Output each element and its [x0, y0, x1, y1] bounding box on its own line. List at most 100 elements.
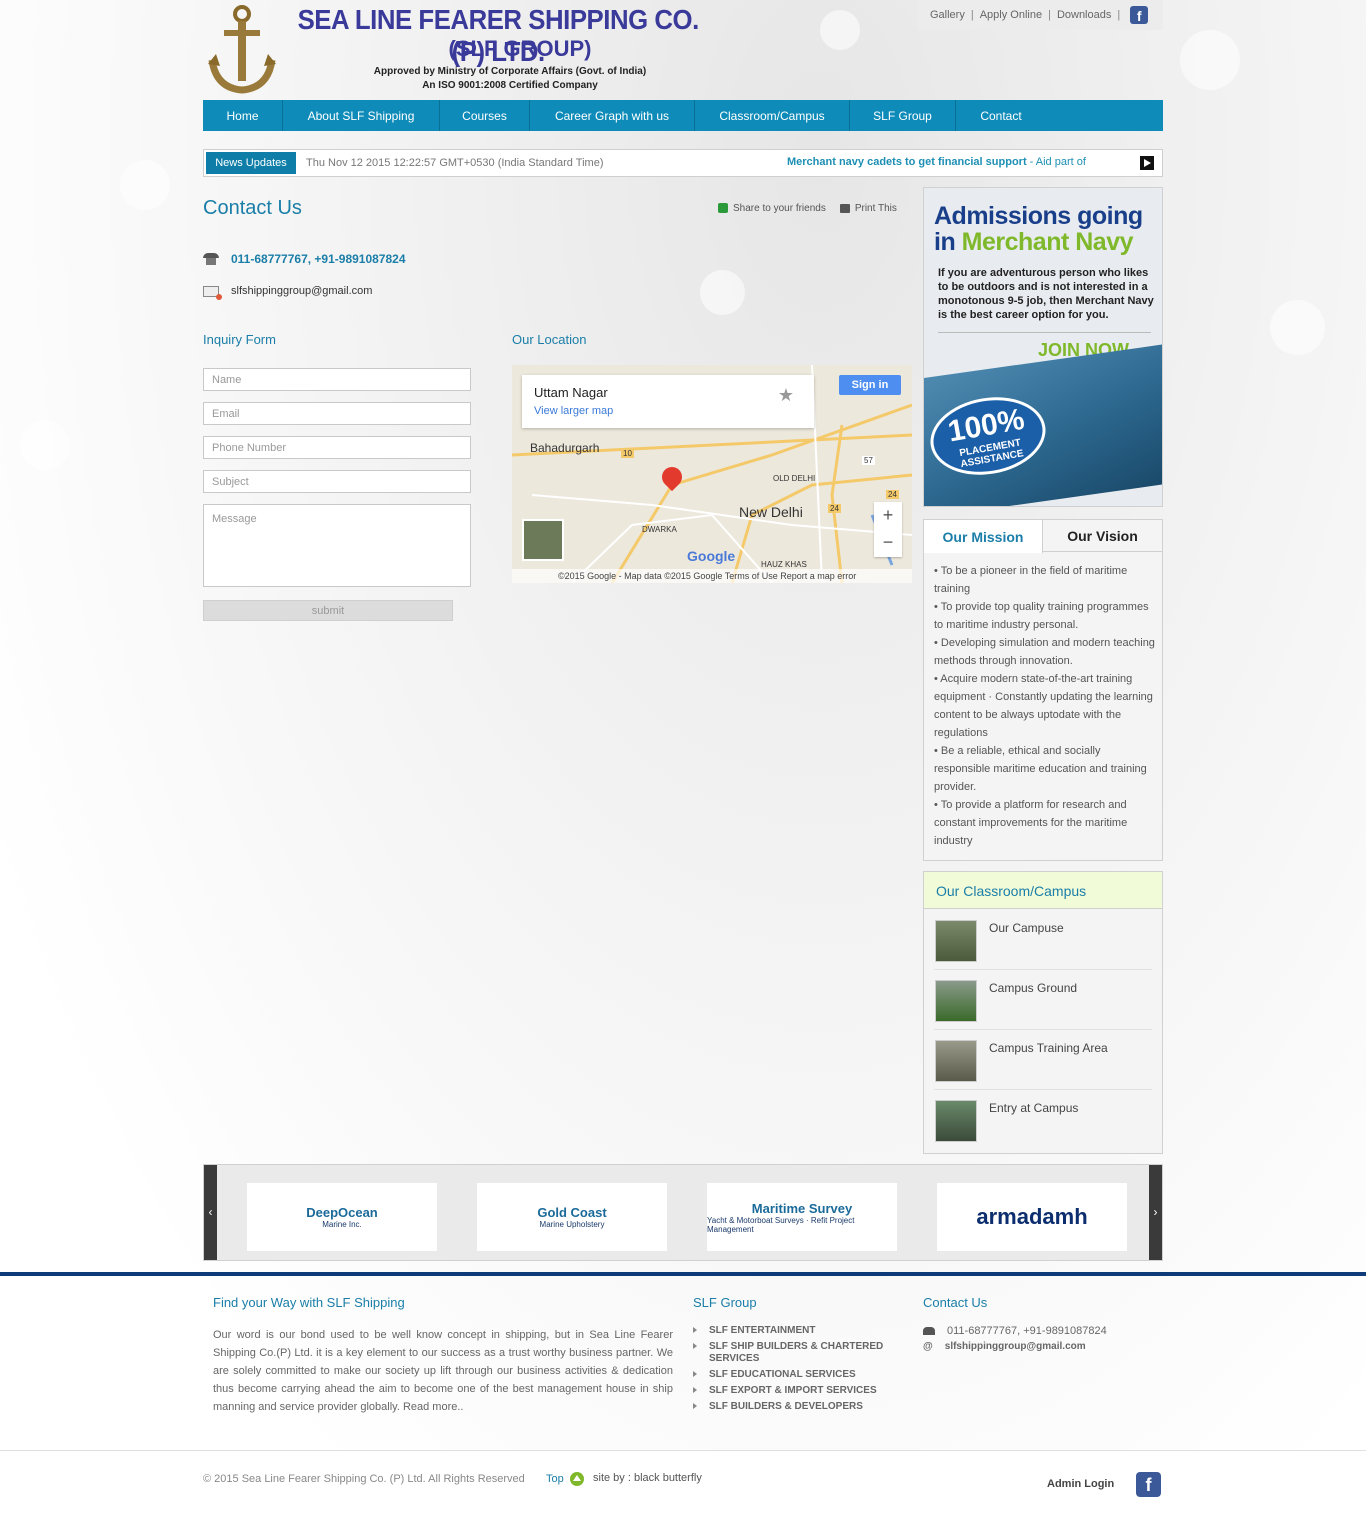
banner-line2b: Merchant Navy: [961, 228, 1134, 256]
main-nav: Home About SLF Shipping Courses Career G…: [203, 100, 1163, 131]
nav-career-graph[interactable]: Career Graph with us: [530, 100, 695, 131]
tab-vision[interactable]: Our Vision: [1043, 520, 1162, 552]
zoom-out-icon[interactable]: −: [874, 529, 902, 556]
list-item[interactable]: Our Campuse: [934, 910, 1152, 970]
footer-link[interactable]: SLF BUILDERS & DEVELOPERS: [693, 1401, 893, 1413]
partner-logo[interactable]: Gold Coast Marine Upholstery: [477, 1183, 667, 1251]
phone-input[interactable]: [203, 436, 471, 459]
mission-vision-tabs: Our Mission Our Vision • To be a pioneer…: [923, 519, 1163, 861]
footer-contact: 011-68777767, +91-9891087824 @ slfshippin…: [923, 1325, 1107, 1356]
nav-classroom[interactable]: Classroom/Campus: [695, 100, 850, 131]
apply-online-link[interactable]: Apply Online: [980, 9, 1042, 21]
star-icon[interactable]: ★: [778, 385, 794, 406]
phone-text: 011-68777767, +91-9891087824: [231, 252, 406, 266]
footer-contact-title: Contact Us: [923, 1295, 988, 1310]
play-icon[interactable]: [1140, 156, 1154, 170]
satellite-toggle[interactable]: [522, 519, 564, 561]
list-item[interactable]: Campus Ground: [934, 970, 1152, 1030]
partner-logo[interactable]: armadamh: [937, 1183, 1127, 1251]
nav-about[interactable]: About SLF Shipping: [283, 100, 440, 131]
nav-home[interactable]: Home: [203, 100, 283, 131]
footer-link[interactable]: SLF EXPORT & IMPORT SERVICES: [693, 1385, 893, 1397]
campus-thumbnail: [935, 1100, 977, 1142]
partner-sub: Marine Inc.: [322, 1220, 362, 1229]
contact-phone: 011-68777767, +91-9891087824: [203, 252, 406, 266]
bokeh-decoration: [1270, 300, 1325, 355]
map-place-name: Uttam Nagar: [534, 385, 608, 400]
google-logo: Google: [687, 548, 736, 564]
carousel-prev-icon[interactable]: ‹: [204, 1165, 217, 1260]
facebook-icon[interactable]: f: [1136, 1472, 1161, 1497]
footer-about-title: Find your Way with SLF Shipping: [213, 1295, 405, 1310]
map-road-number: 24: [886, 490, 899, 499]
gallery-link[interactable]: Gallery: [930, 9, 965, 21]
admissions-banner[interactable]: Admissions going in Merchant Navy If you…: [923, 187, 1163, 507]
submit-button[interactable]: submit: [203, 600, 453, 621]
share-button[interactable]: Share to your friends: [718, 203, 826, 214]
map-label: DWARKA: [642, 525, 677, 534]
map-road-number: 24: [828, 504, 841, 513]
list-item: • To provide top quality training progra…: [934, 601, 1149, 631]
campus-thumbnail: [935, 920, 977, 962]
partner-name: DeepOcean: [306, 1205, 378, 1220]
message-input[interactable]: [203, 504, 471, 587]
nav-slf-group[interactable]: SLF Group: [850, 100, 956, 131]
map-signin-button[interactable]: Sign in: [839, 375, 901, 395]
list-item: • Acquire modern state-of-the-art traini…: [934, 673, 1153, 739]
news-headline[interactable]: Merchant navy cadets to get financial su…: [787, 156, 1086, 168]
location-title: Our Location: [512, 332, 587, 347]
at-icon: @: [923, 1341, 933, 1352]
facebook-icon[interactable]: f: [1130, 6, 1149, 24]
partner-name: Maritime Survey: [751, 1200, 853, 1216]
tab-header: Our Mission Our Vision: [924, 520, 1162, 553]
news-headline-text: Merchant navy cadets to get financial su…: [787, 156, 1027, 168]
email-input[interactable]: [203, 402, 471, 425]
nav-contact[interactable]: Contact: [956, 100, 1046, 131]
footer-about-text: Our word is our bond used to be well kno…: [213, 1329, 673, 1413]
footer-phone: 011-68777767, +91-9891087824: [947, 1325, 1107, 1337]
name-input[interactable]: [203, 368, 471, 391]
list-item[interactable]: Campus Training Area: [934, 1030, 1152, 1090]
top-label: Top: [546, 1473, 564, 1485]
map-footer: ©2015 Google - Map data ©2015 Google Ter…: [512, 569, 912, 583]
footer-link[interactable]: SLF EDUCATIONAL SERVICES: [693, 1369, 893, 1381]
campus-item-label: Our Campuse: [989, 921, 1064, 935]
separator: |: [970, 9, 974, 21]
admin-login-link[interactable]: Admin Login: [1047, 1478, 1114, 1490]
inquiry-form-title: Inquiry Form: [203, 332, 276, 347]
bokeh-decoration: [1180, 30, 1240, 90]
footer-link[interactable]: SLF ENTERTAINMENT: [693, 1325, 893, 1337]
bokeh-decoration: [120, 160, 170, 210]
partner-logo[interactable]: Maritime Survey Yacht & Motorboat Survey…: [707, 1183, 897, 1251]
list-item[interactable]: Entry at Campus: [934, 1090, 1152, 1150]
partner-sub: Yacht & Motorboat Surveys · Refit Projec…: [707, 1215, 855, 1234]
print-button[interactable]: Print This: [839, 203, 897, 214]
zoom-in-icon[interactable]: +: [874, 502, 902, 529]
subject-input[interactable]: [203, 470, 471, 493]
mission-list: • To be a pioneer in the field of mariti…: [934, 562, 1156, 850]
view-larger-map-link[interactable]: View larger map: [534, 405, 613, 417]
share-tools: Share to your friends Print This: [718, 199, 897, 217]
nav-courses[interactable]: Courses: [440, 100, 530, 131]
back-to-top-link[interactable]: Top: [546, 1472, 584, 1486]
partner-logo[interactable]: DeepOcean Marine Inc.: [247, 1183, 437, 1251]
map-place-card: Uttam Nagar View larger map ★: [522, 375, 814, 428]
campus-item-label: Campus Ground: [989, 981, 1078, 995]
location-map[interactable]: Uttam Nagar View larger map ★ Sign in Ba…: [512, 365, 912, 583]
campus-thumbnail: [935, 980, 977, 1022]
news-tag: News Updates: [206, 152, 296, 174]
page-title: Contact Us: [203, 197, 302, 219]
contact-email: slfshippinggroup@gmail.com: [203, 285, 372, 300]
downloads-link[interactable]: Downloads: [1057, 9, 1111, 21]
footer-link[interactable]: SLF SHIP BUILDERS & CHARTERED SERVICES: [693, 1341, 893, 1365]
campus-item-label: Campus Training Area: [989, 1041, 1108, 1055]
list-item: • To provide a platform for research and…: [934, 799, 1128, 847]
footer-email[interactable]: slfshippinggroup@gmail.com: [945, 1341, 1086, 1352]
list-item: • Developing simulation and modern teach…: [934, 637, 1155, 667]
campus-title: Our Classroom/Campus: [924, 872, 1162, 909]
map-label: Bahadurgarh: [530, 441, 600, 455]
separator: |: [1048, 9, 1051, 21]
email-text[interactable]: slfshippinggroup@gmail.com: [231, 285, 372, 297]
tab-mission[interactable]: Our Mission: [924, 520, 1043, 553]
carousel-next-icon[interactable]: ›: [1149, 1165, 1162, 1260]
